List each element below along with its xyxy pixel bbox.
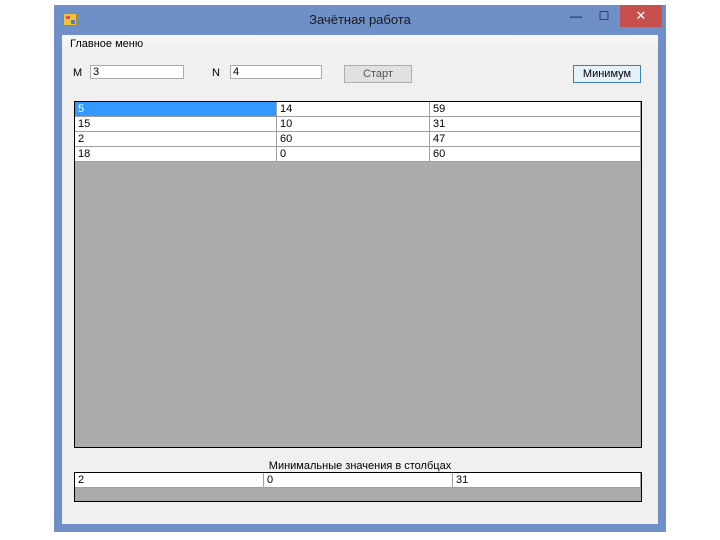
matrix-cell[interactable]: 2 <box>75 132 277 146</box>
menu-bar: Главное меню <box>62 35 658 55</box>
matrix-grid[interactable]: 5 14 59 15 10 31 2 60 47 18 0 60 <box>74 101 642 448</box>
matrix-cell[interactable]: 59 <box>430 102 641 116</box>
min-values-cell[interactable]: 2 <box>75 473 264 487</box>
close-button[interactable]: ✕ <box>620 5 662 27</box>
matrix-cell[interactable]: 14 <box>277 102 430 116</box>
min-values-grid[interactable]: 2 0 31 <box>74 472 642 502</box>
matrix-row[interactable]: 5 14 59 <box>75 102 641 117</box>
matrix-cell[interactable]: 31 <box>430 117 641 131</box>
matrix-cell[interactable]: 0 <box>277 147 430 161</box>
min-values-row[interactable]: 2 0 31 <box>75 473 641 488</box>
n-input[interactable]: 4 <box>230 65 322 79</box>
start-button[interactable]: Старт <box>344 65 412 83</box>
m-input[interactable]: 3 <box>90 65 184 79</box>
matrix-cell[interactable]: 15 <box>75 117 277 131</box>
app-window: Зачётная работа — ☐ ✕ Главное меню M 3 N… <box>54 5 666 532</box>
maximize-button[interactable]: ☐ <box>590 5 618 27</box>
min-values-cell[interactable]: 0 <box>264 473 453 487</box>
matrix-cell[interactable]: 18 <box>75 147 277 161</box>
matrix-cell[interactable]: 5 <box>75 102 277 116</box>
form-client-area: Главное меню M 3 N 4 Старт Минимум 5 14 59… <box>62 35 658 524</box>
min-values-title: Минимальные значения в столбцах <box>268 460 452 472</box>
matrix-cell[interactable]: 60 <box>430 147 641 161</box>
minimum-button[interactable]: Минимум <box>573 65 641 83</box>
menu-item-main[interactable]: Главное меню <box>68 38 145 50</box>
matrix-row[interactable]: 15 10 31 <box>75 117 641 132</box>
m-label: M <box>73 67 83 79</box>
matrix-cell[interactable]: 10 <box>277 117 430 131</box>
minimize-button[interactable]: — <box>562 5 590 27</box>
matrix-cell[interactable]: 47 <box>430 132 641 146</box>
title-bar[interactable]: Зачётная работа — ☐ ✕ <box>54 5 666 35</box>
matrix-row[interactable]: 18 0 60 <box>75 147 641 162</box>
matrix-row[interactable]: 2 60 47 <box>75 132 641 147</box>
n-label: N <box>212 67 220 79</box>
matrix-cell[interactable]: 60 <box>277 132 430 146</box>
min-values-cell[interactable]: 31 <box>453 473 641 487</box>
